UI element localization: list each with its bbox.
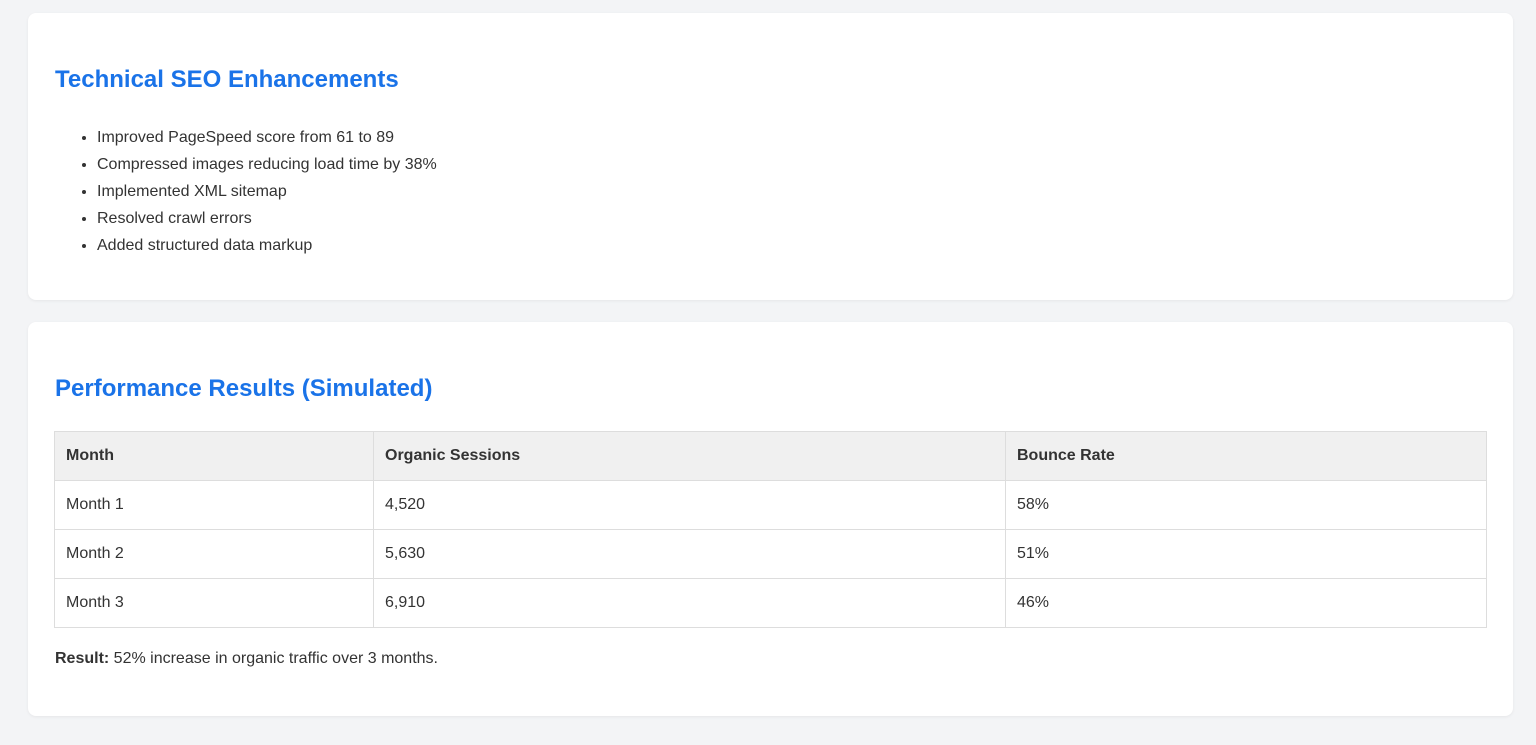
cell-month: Month 2 xyxy=(54,529,374,579)
list-item: Added structured data markup xyxy=(97,232,437,259)
table-row: Month 1 4,520 58% xyxy=(54,480,1487,530)
result-label: Result: xyxy=(55,650,110,667)
list-item: Resolved crawl errors xyxy=(97,205,437,232)
cell-month: Month 1 xyxy=(54,480,374,530)
table-row: Month 3 6,910 46% xyxy=(54,578,1487,628)
performance-results-title: Performance Results (Simulated) xyxy=(55,375,433,402)
table-header-row: Month Organic Sessions Bounce Rate xyxy=(54,431,1487,481)
column-header-organic-sessions: Organic Sessions xyxy=(373,431,1006,481)
cell-bounce-rate: 51% xyxy=(1005,529,1487,579)
result-text: 52% increase in organic traffic over 3 m… xyxy=(109,650,438,667)
column-header-month: Month xyxy=(54,431,374,481)
technical-seo-list: Improved PageSpeed score from 61 to 89 C… xyxy=(56,124,437,259)
cell-bounce-rate: 58% xyxy=(1005,480,1487,530)
cell-organic-sessions: 5,630 xyxy=(373,529,1006,579)
list-item: Implemented XML sitemap xyxy=(97,178,437,205)
column-header-bounce-rate: Bounce Rate xyxy=(1005,431,1487,481)
technical-seo-card: Technical SEO Enhancements Improved Page… xyxy=(28,13,1513,300)
performance-table: Month Organic Sessions Bounce Rate Month… xyxy=(54,431,1487,628)
cell-month: Month 3 xyxy=(54,578,374,628)
performance-results-card: Performance Results (Simulated) Month Or… xyxy=(28,322,1513,716)
cell-organic-sessions: 4,520 xyxy=(373,480,1006,530)
cell-bounce-rate: 46% xyxy=(1005,578,1487,628)
technical-seo-title: Technical SEO Enhancements xyxy=(55,66,399,93)
list-item: Compressed images reducing load time by … xyxy=(97,151,437,178)
result-summary: Result: 52% increase in organic traffic … xyxy=(55,650,438,668)
cell-organic-sessions: 6,910 xyxy=(373,578,1006,628)
list-item: Improved PageSpeed score from 61 to 89 xyxy=(97,124,437,151)
table-row: Month 2 5,630 51% xyxy=(54,529,1487,579)
